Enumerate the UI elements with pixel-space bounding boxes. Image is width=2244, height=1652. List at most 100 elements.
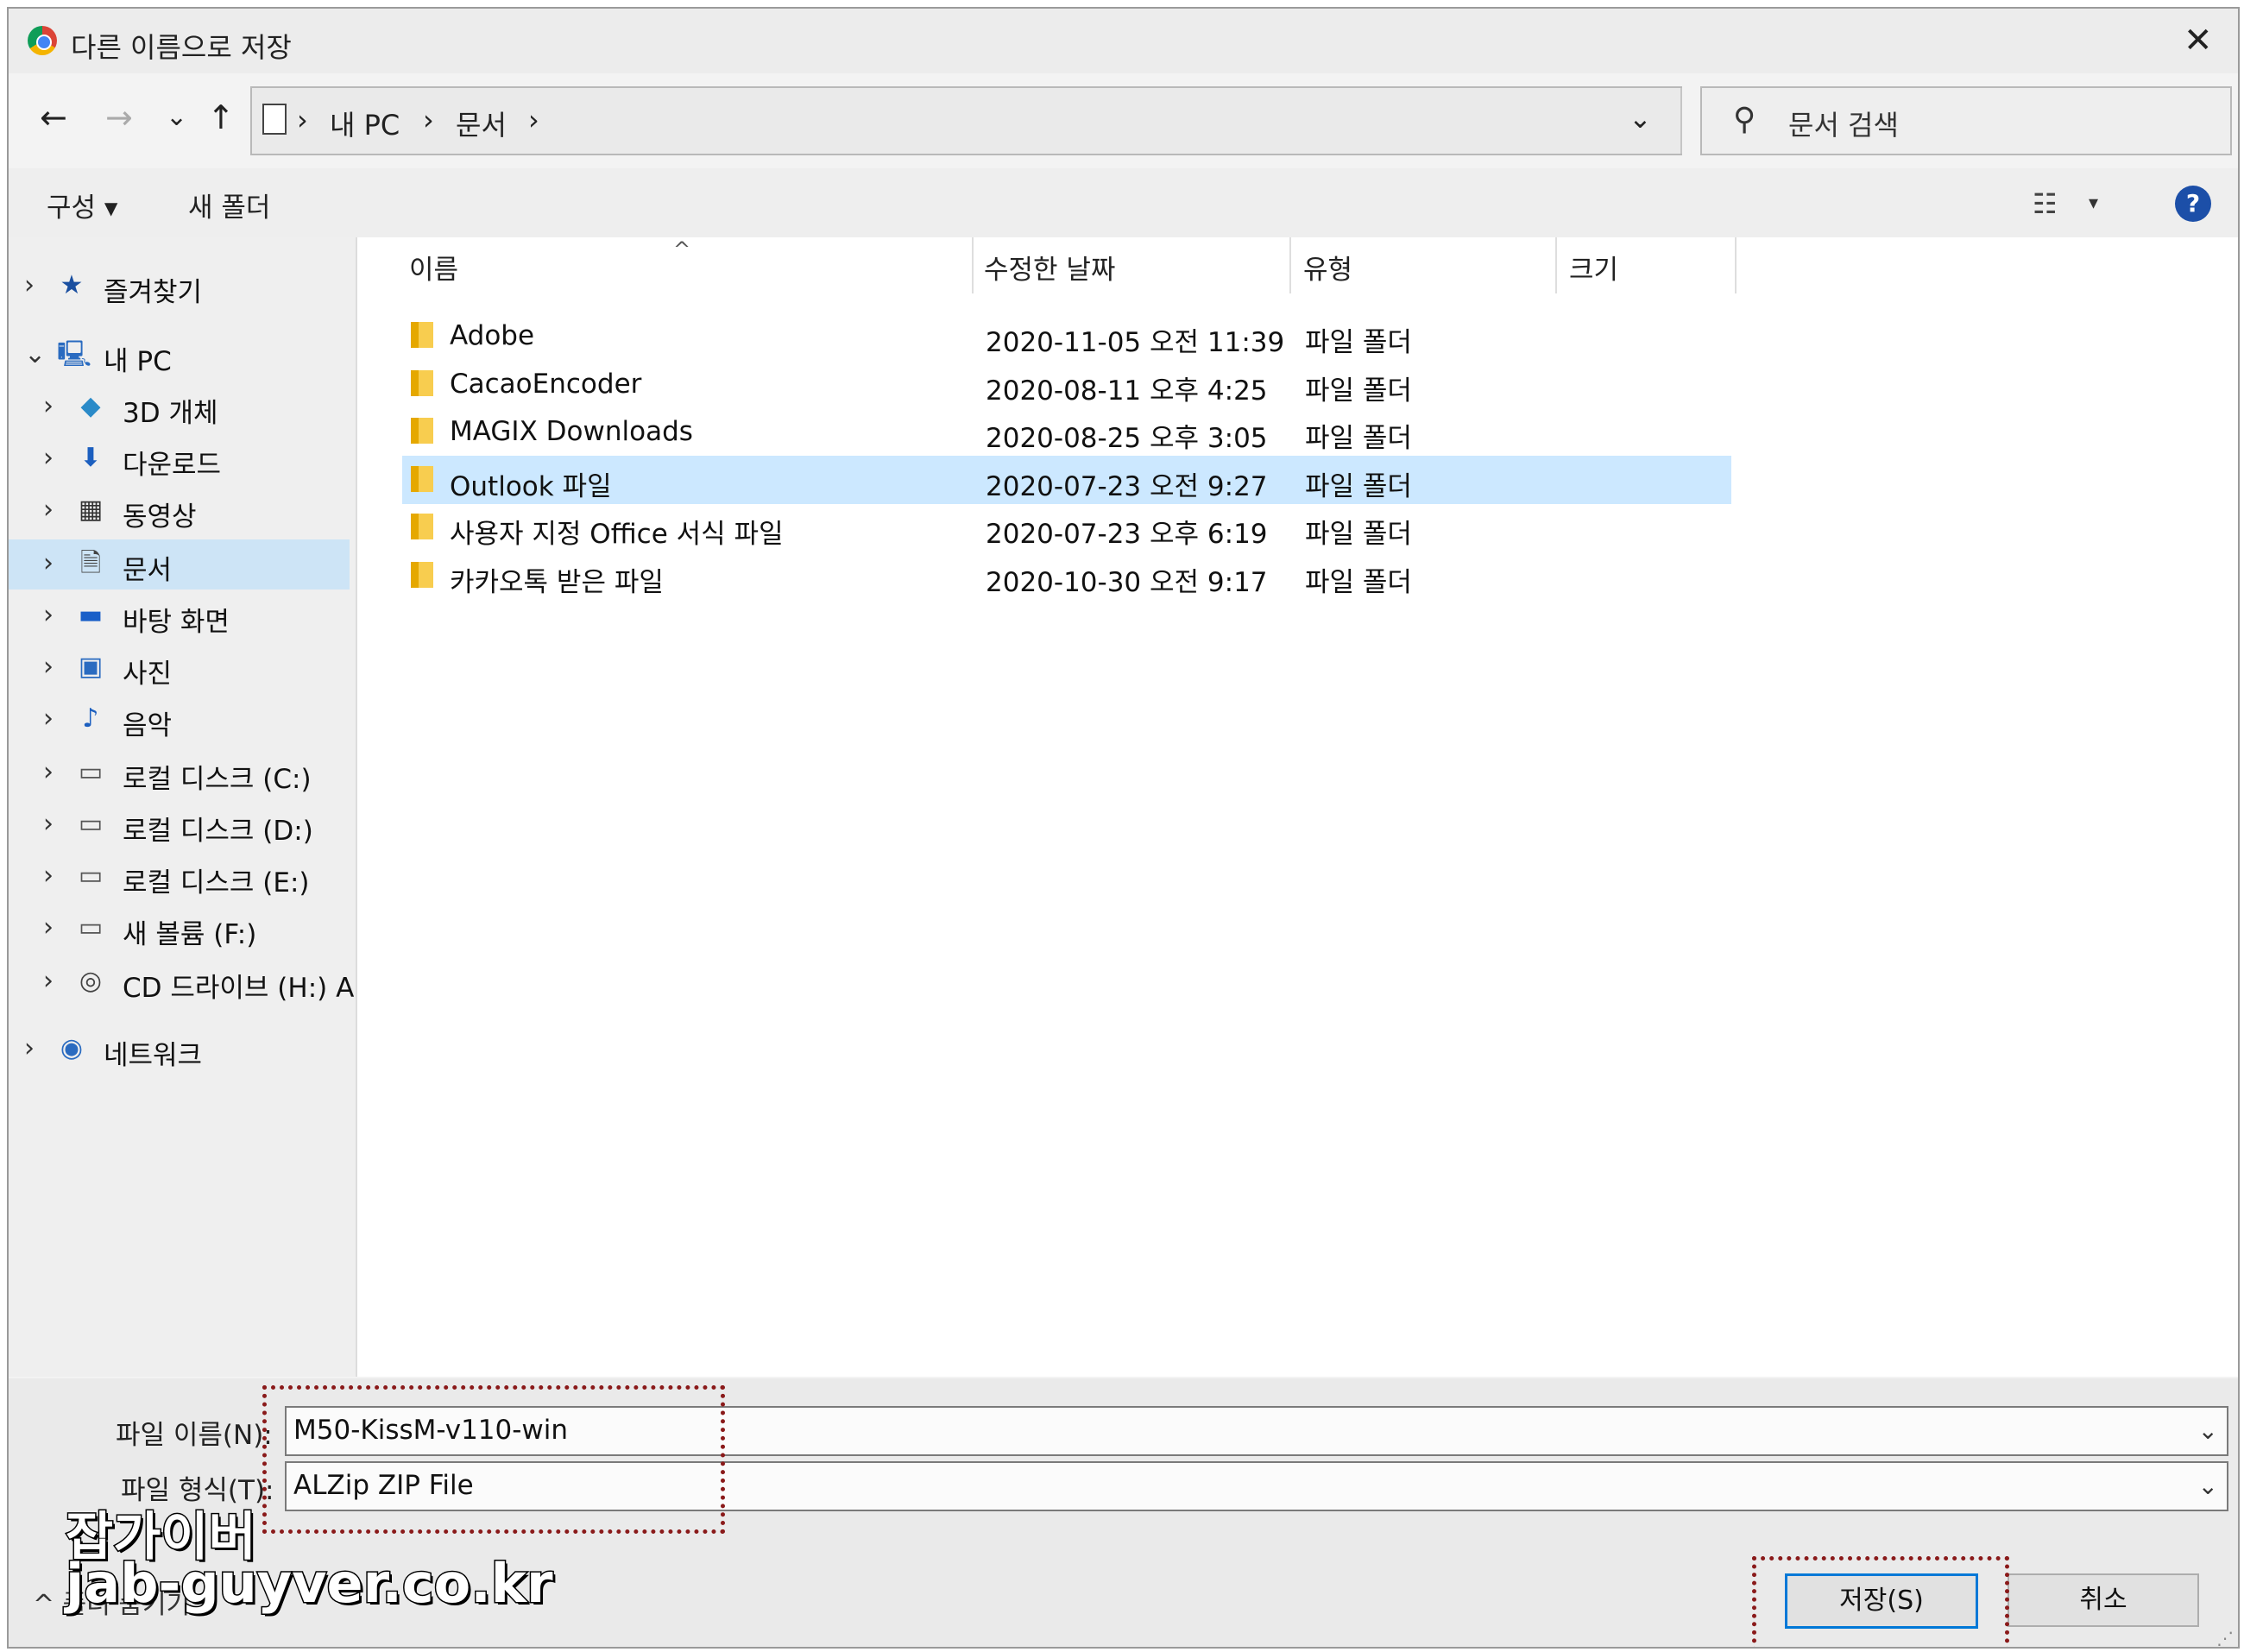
file-type: 파일 폴더 — [1305, 566, 1412, 598]
collapsed-chevron-icon[interactable]: › — [43, 757, 54, 787]
nav-item[interactable]: › ▣ 사진 — [9, 643, 350, 693]
filename-dropdown-icon[interactable]: ⌄ — [2198, 1416, 2218, 1445]
address-divider — [1680, 88, 1682, 154]
search-placeholder[interactable]: 문서 검색 — [1788, 104, 1899, 143]
nav-item-label: 사진 — [123, 659, 173, 690]
nav-item[interactable]: › ▦ 동영상 — [9, 486, 350, 536]
nav-item-label: 다운로드 — [123, 450, 222, 481]
nav-item[interactable]: › ▬ 바탕 화면 — [9, 591, 350, 641]
folder-icon — [411, 369, 433, 396]
nav-item-label: 로컬 디스크 (D:) — [123, 816, 313, 847]
collapsed-chevron-icon[interactable]: › — [43, 443, 54, 473]
file-row[interactable]: MAGIX Downloads 2020-08-25 오후 3:05 파일 폴더 — [402, 407, 1731, 456]
folder-icon — [411, 465, 433, 492]
nav-item[interactable]: › ▭ 새 볼륨 (F:) — [9, 904, 350, 954]
dialog-title: 다른 이름으로 저장 — [71, 31, 292, 64]
address-bar[interactable]: › 내 PC › 문서 › ⌄ ↻ — [250, 86, 1731, 155]
collapsed-chevron-icon[interactable]: › — [43, 861, 54, 891]
up-arrow-icon[interactable]: ↑ — [207, 98, 235, 136]
forward-arrow-icon[interactable]: → — [105, 98, 133, 136]
recent-locations-chevron-icon[interactable]: ⌄ — [166, 102, 187, 132]
nav-item-label: 내 PC — [104, 346, 172, 377]
collapsed-chevron-icon[interactable]: › — [43, 600, 54, 630]
file-type: 파일 폴더 — [1305, 470, 1412, 502]
file-row[interactable]: Adobe 2020-11-05 오전 11:39 파일 폴더 — [402, 312, 1731, 360]
nav-item[interactable]: › ▭ 로컬 디스크 (E:) — [9, 852, 350, 902]
nav-item-label: CD 드라이브 (H:) A — [123, 973, 355, 1004]
collapsed-chevron-icon[interactable]: › — [43, 652, 54, 682]
nav-item[interactable]: › ▭ 로컬 디스크 (C:) — [9, 748, 350, 798]
file-name: Outlook 파일 — [450, 470, 612, 502]
collapsed-chevron-icon[interactable]: › — [43, 703, 54, 734]
nav-item-icon: ▭ — [78, 861, 104, 891]
collapsed-chevron-icon[interactable]: › — [43, 966, 54, 996]
collapsed-chevron-icon[interactable]: › — [24, 1033, 35, 1063]
back-arrow-icon[interactable]: ← — [40, 98, 67, 136]
close-icon[interactable]: ✕ — [2184, 21, 2213, 60]
search-box[interactable]: ⚲ 문서 검색 — [1700, 86, 2232, 155]
file-modified-date: 2020-11-05 오전 11:39 — [986, 327, 1285, 358]
new-folder-button[interactable]: 새 폴더 — [188, 186, 270, 224]
breadcrumb-separator[interactable]: › — [528, 104, 539, 136]
navigation-pane: › ★ 즐겨찾기 ⌄ 🖳 내 PC › ◆ 3D 개체 › ⬇ 다운로드 › ▦ 동영상 › 🗎 문서 › ▬ 바탕 화… — [9, 237, 357, 1377]
file-modified-date: 2020-08-11 오후 4:25 — [986, 375, 1268, 407]
nav-item-icon: ◆ — [80, 391, 101, 421]
nav-item[interactable]: › ★ 즐겨찾기 — [9, 262, 350, 312]
nav-item-icon: ▭ — [78, 809, 104, 839]
column-divider[interactable] — [1555, 237, 1557, 293]
collapsed-chevron-icon[interactable]: › — [43, 809, 54, 839]
nav-item-label: 로컬 디스크 (C:) — [123, 764, 312, 795]
column-divider[interactable] — [972, 237, 974, 293]
nav-item[interactable]: › ◎ CD 드라이브 (H:) A — [9, 957, 354, 1007]
nav-item[interactable]: › 🗎 문서 — [9, 539, 350, 590]
file-modified-date: 2020-07-23 오전 9:27 — [986, 470, 1268, 502]
filename-label: 파일 이름(N): — [116, 1420, 273, 1451]
column-header-size[interactable]: 크기 — [1569, 248, 1618, 287]
column-header-modified[interactable]: 수정한 날짜 — [984, 248, 1115, 287]
expanded-chevron-icon[interactable]: ⌄ — [24, 339, 46, 369]
nav-item[interactable]: › ⬇ 다운로드 — [9, 434, 350, 484]
view-options-icon[interactable]: ☷ — [2033, 187, 2058, 220]
help-icon[interactable]: ? — [2175, 186, 2211, 222]
filetype-dropdown-icon[interactable]: ⌄ — [2198, 1472, 2218, 1500]
file-modified-date: 2020-10-30 오전 9:17 — [986, 566, 1268, 598]
file-type: 파일 폴더 — [1305, 423, 1412, 454]
folder-icon — [411, 514, 433, 539]
file-type: 파일 폴더 — [1305, 519, 1412, 550]
nav-item[interactable]: › ◉ 네트워크 — [9, 1025, 350, 1075]
column-header-type[interactable]: 유형 — [1303, 248, 1352, 287]
file-row[interactable]: CacaoEncoder 2020-08-11 오후 4:25 파일 폴더 — [402, 360, 1731, 408]
file-row[interactable]: 사용자 지정 Office 서식 파일 2020-07-23 오후 6:19 파일 … — [402, 503, 1731, 552]
breadcrumb-this-pc[interactable]: 내 PC — [330, 104, 400, 143]
collapsed-chevron-icon[interactable]: › — [43, 391, 54, 421]
collapsed-chevron-icon[interactable]: › — [43, 495, 54, 525]
nav-item-label: 새 볼륨 (F:) — [123, 919, 257, 950]
file-type: 파일 폴더 — [1305, 375, 1412, 407]
view-dropdown-icon[interactable]: ▾ — [2089, 192, 2098, 214]
nav-item-icon: ▦ — [78, 495, 104, 525]
column-divider[interactable] — [1289, 237, 1291, 293]
nav-item[interactable]: › ◆ 3D 개체 — [9, 382, 350, 432]
nav-item[interactable]: › ▭ 로컬 디스크 (D:) — [9, 800, 350, 850]
collapsed-chevron-icon[interactable]: › — [43, 912, 54, 943]
file-row[interactable]: 카카오톡 받은 파일 2020-10-30 오전 9:17 파일 폴더 — [402, 552, 1731, 600]
organize-button[interactable]: 구성 ▾ — [47, 186, 117, 224]
file-row[interactable]: Outlook 파일 2020-07-23 오전 9:27 파일 폴더 — [402, 455, 1731, 504]
nav-item-label: 즐겨찾기 — [104, 277, 203, 308]
nav-item-icon: ♪ — [82, 703, 99, 734]
column-divider[interactable] — [1735, 237, 1737, 293]
cancel-button[interactable]: 취소 — [2008, 1573, 2199, 1627]
resize-grip-icon[interactable]: ⋰ — [2216, 1628, 2234, 1647]
nav-item-icon: ▭ — [78, 912, 104, 943]
column-header-name[interactable]: 이름 — [409, 248, 458, 287]
collapsed-chevron-icon[interactable]: › — [24, 270, 35, 300]
nav-item[interactable]: ⌄ 🖳 내 PC — [9, 331, 350, 381]
breadcrumb-documents[interactable]: 문서 — [456, 104, 507, 143]
file-name: MAGIX Downloads — [450, 416, 693, 447]
nav-item-icon: ▭ — [78, 757, 104, 787]
file-name: CacaoEncoder — [450, 368, 642, 400]
collapsed-chevron-icon[interactable]: › — [43, 548, 54, 578]
file-name: 사용자 지정 Office 서식 파일 — [450, 519, 784, 550]
address-dropdown-icon[interactable]: ⌄ — [1629, 102, 1652, 135]
nav-item[interactable]: › ♪ 음악 — [9, 695, 350, 745]
